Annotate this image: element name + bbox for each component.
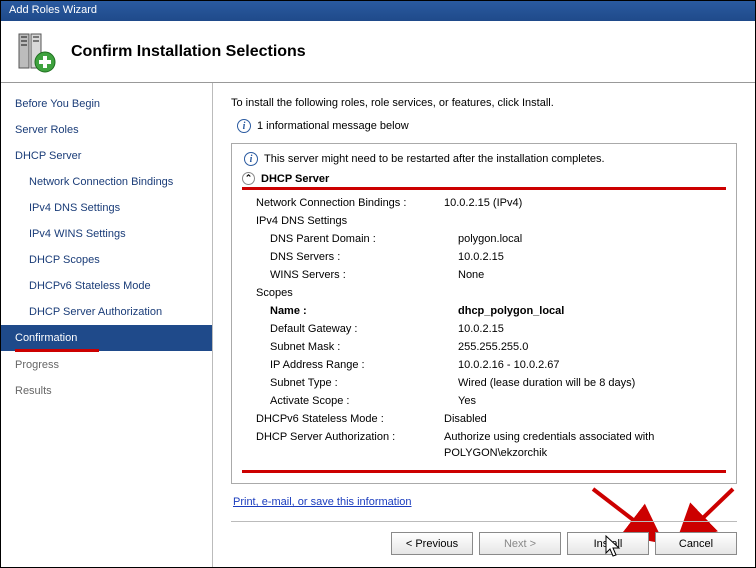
sidebar-item-server-roles[interactable]: Server Roles: [1, 117, 212, 143]
config-row: IPv4 DNS Settings: [242, 212, 726, 230]
sidebar-item-label: DHCP Scopes: [29, 254, 100, 266]
sidebar-item-results: Results: [1, 378, 212, 404]
sidebar-item-progress: Progress: [1, 352, 212, 378]
config-value: Wired (lease duration will be 8 days): [458, 375, 726, 391]
config-row: Subnet Mask :255.255.255.0: [242, 338, 726, 356]
config-value: [444, 285, 726, 301]
config-key: IP Address Range :: [270, 357, 458, 373]
annotation-bar: [242, 187, 726, 190]
config-row: DHCP Server Authorization :Authorize usi…: [242, 428, 726, 462]
config-value: dhcp_polygon_local: [458, 303, 726, 319]
config-value: 10.0.2.15: [458, 321, 726, 337]
page-title: Confirm Installation Selections: [71, 43, 306, 61]
info-icon: i: [237, 119, 251, 133]
window-title: Add Roles Wizard: [9, 4, 97, 16]
window-titlebar: Add Roles Wizard: [1, 1, 755, 21]
sidebar-item-label: DHCPv6 Stateless Mode: [29, 280, 151, 292]
config-value: Authorize using credentials associated w…: [444, 429, 726, 461]
sidebar-item-confirmation[interactable]: Confirmation: [1, 325, 212, 351]
wizard-sidebar: Before You Begin Server Roles DHCP Serve…: [1, 83, 213, 567]
sidebar-item-ipv4-dns[interactable]: IPv4 DNS Settings: [1, 195, 212, 221]
config-value: polygon.local: [458, 231, 726, 247]
wizard-header: Confirm Installation Selections: [1, 21, 755, 83]
previous-button[interactable]: < Previous: [391, 532, 473, 555]
config-summary-list: Network Connection Bindings :10.0.2.15 (…: [242, 194, 726, 462]
next-button: Next >: [479, 532, 561, 555]
config-key: Activate Scope :: [270, 393, 458, 409]
info-message-row: i 1 informational message below: [231, 119, 737, 133]
sidebar-item-label: IPv4 DNS Settings: [29, 202, 120, 214]
sidebar-item-label: Server Roles: [15, 124, 79, 136]
info-icon: i: [244, 152, 258, 166]
info-message: 1 informational message below: [257, 120, 409, 132]
config-row: Default Gateway :10.0.2.15: [242, 320, 726, 338]
config-key: DHCPv6 Stateless Mode :: [256, 411, 444, 427]
sidebar-item-label: DHCP Server Authorization: [29, 306, 162, 318]
wizard-button-row: < Previous Next > Install Cancel: [231, 521, 737, 555]
config-row: Activate Scope :Yes: [242, 392, 726, 410]
config-key: DNS Servers :: [270, 249, 458, 265]
config-key: Scopes: [256, 285, 444, 301]
config-value: 10.0.2.16 - 10.0.2.67: [458, 357, 726, 373]
config-row: Scopes: [242, 284, 726, 302]
annotation-bar: [242, 470, 726, 473]
config-row: IP Address Range :10.0.2.16 - 10.0.2.67: [242, 356, 726, 374]
config-key: Subnet Mask :: [270, 339, 458, 355]
sidebar-item-dhcp-server[interactable]: DHCP Server: [1, 143, 212, 169]
restart-warning-row: i This server might need to be restarted…: [242, 152, 726, 166]
restart-warning: This server might need to be restarted a…: [264, 153, 605, 165]
print-email-save-link[interactable]: Print, e-mail, or save this information: [231, 492, 412, 512]
config-row: Subnet Type :Wired (lease duration will …: [242, 374, 726, 392]
config-value: 10.0.2.15: [458, 249, 726, 265]
config-key: IPv4 DNS Settings: [256, 213, 444, 229]
config-key: Subnet Type :: [270, 375, 458, 391]
config-key: Network Connection Bindings :: [256, 195, 444, 211]
config-value: None: [458, 267, 726, 283]
sidebar-item-label: Results: [15, 385, 52, 397]
sidebar-item-label: Progress: [15, 359, 59, 371]
install-button[interactable]: Install: [567, 532, 649, 555]
config-key: DNS Parent Domain :: [270, 231, 458, 247]
confirmation-details-box: i This server might need to be restarted…: [231, 143, 737, 484]
config-value: 255.255.255.0: [458, 339, 726, 355]
config-value: Disabled: [444, 411, 726, 427]
config-key: WINS Servers :: [270, 267, 458, 283]
sidebar-item-network-bindings[interactable]: Network Connection Bindings: [1, 169, 212, 195]
server-role-icon: [13, 30, 57, 74]
sidebar-item-before-you-begin[interactable]: Before You Begin: [1, 91, 212, 117]
config-value: 10.0.2.15 (IPv4): [444, 195, 726, 211]
config-key: DHCP Server Authorization :: [256, 429, 444, 461]
config-row: DNS Parent Domain :polygon.local: [242, 230, 726, 248]
sidebar-item-label: Confirmation: [15, 332, 77, 344]
config-row: Network Connection Bindings :10.0.2.15 (…: [242, 194, 726, 212]
config-key: Default Gateway :: [270, 321, 458, 337]
sidebar-item-label: Before You Begin: [15, 98, 100, 110]
sidebar-item-label: IPv4 WINS Settings: [29, 228, 126, 240]
chevron-up-icon: ⌃: [242, 172, 255, 185]
role-header-row[interactable]: ⌃ DHCP Server: [242, 172, 726, 185]
sidebar-item-dhcpv6-stateless[interactable]: DHCPv6 Stateless Mode: [1, 273, 212, 299]
config-key: Name :: [270, 303, 458, 319]
role-header: DHCP Server: [261, 173, 329, 185]
sidebar-item-dhcp-authorization[interactable]: DHCP Server Authorization: [1, 299, 212, 325]
config-row: DHCPv6 Stateless Mode :Disabled: [242, 410, 726, 428]
cancel-button[interactable]: Cancel: [655, 532, 737, 555]
config-value: [444, 213, 726, 229]
sidebar-item-label: Network Connection Bindings: [29, 176, 173, 188]
instruction-text: To install the following roles, role ser…: [231, 97, 737, 109]
sidebar-item-label: DHCP Server: [15, 150, 81, 162]
config-row: Name :dhcp_polygon_local: [242, 302, 726, 320]
sidebar-item-dhcp-scopes[interactable]: DHCP Scopes: [1, 247, 212, 273]
config-row: WINS Servers :None: [242, 266, 726, 284]
config-row: DNS Servers :10.0.2.15: [242, 248, 726, 266]
config-value: Yes: [458, 393, 726, 409]
wizard-main-panel: To install the following roles, role ser…: [213, 83, 755, 567]
sidebar-item-ipv4-wins[interactable]: IPv4 WINS Settings: [1, 221, 212, 247]
